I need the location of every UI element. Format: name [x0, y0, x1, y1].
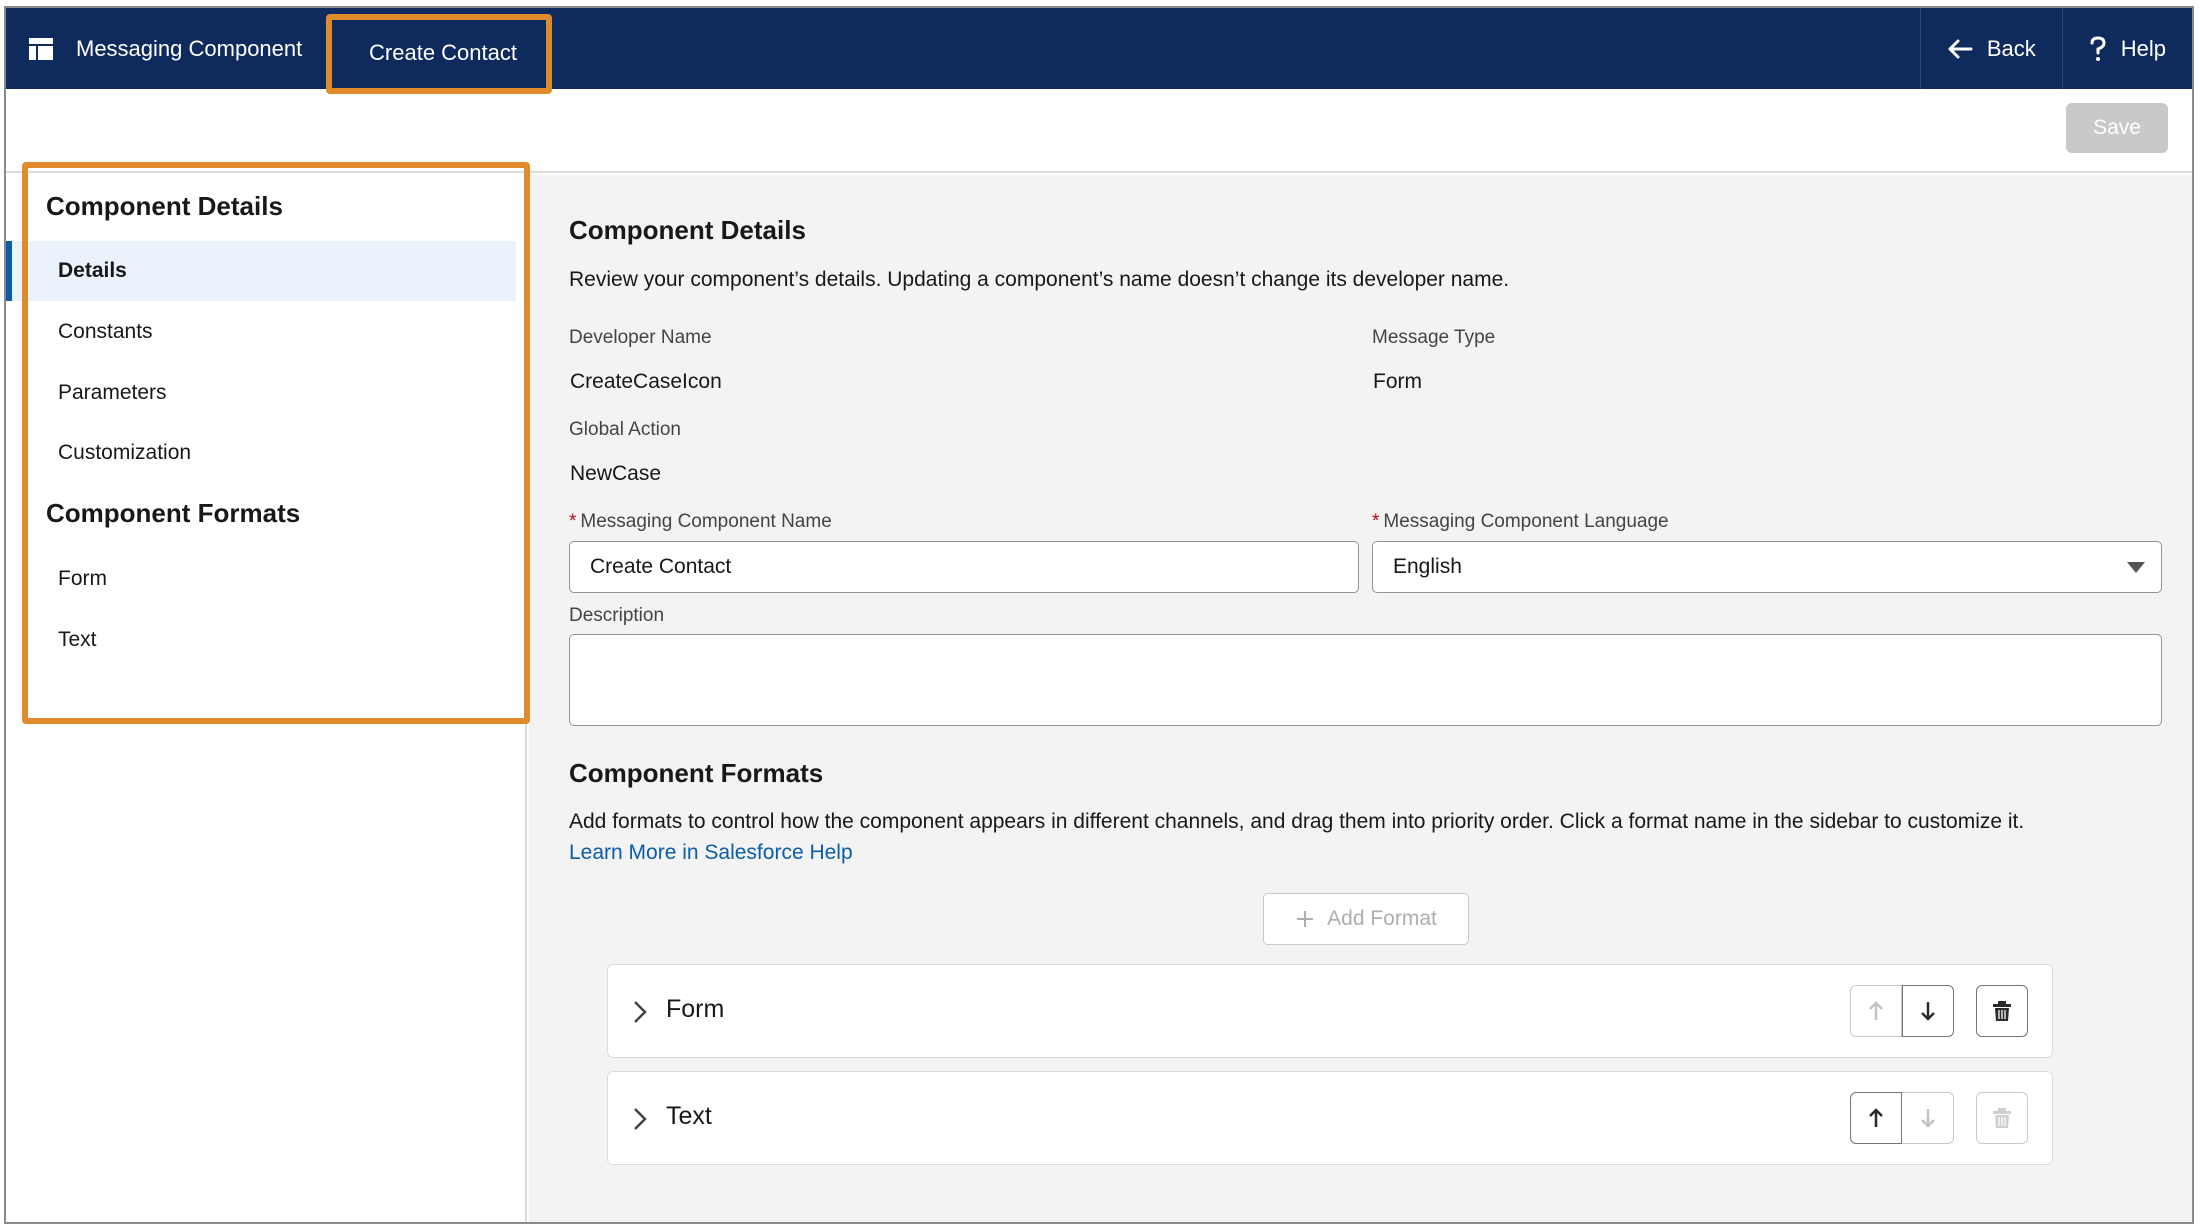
move-down-button[interactable] [1902, 985, 1954, 1037]
format-name: Form [666, 995, 725, 1023]
help-label: Help [2120, 35, 2166, 61]
component-formats-description: Add formats to control how the component… [569, 810, 2025, 833]
format-row-text[interactable]: Text [607, 1071, 2053, 1165]
developer-name-label: Developer Name [569, 327, 712, 348]
save-button[interactable]: Save [2066, 103, 2168, 153]
global-action-value: NewCase [570, 462, 662, 485]
arrow-up-icon [1869, 1001, 1883, 1020]
back-label: Back [1986, 35, 2036, 61]
arrow-up-icon [1869, 1108, 1883, 1127]
component-language-label: * Messaging Component Language [1372, 511, 1669, 532]
format-name: Text [666, 1102, 712, 1130]
description-label: Description [569, 605, 665, 626]
global-action-label: Global Action [569, 419, 681, 440]
trash-icon [1993, 1001, 2011, 1021]
component-details-title: Component Details [569, 215, 806, 245]
page-toolbar: Save [6, 89, 2192, 173]
sidebar-item-constants[interactable]: Constants [6, 302, 516, 362]
question-mark-icon [2090, 35, 2106, 61]
component-language-select[interactable]: English [1372, 541, 2162, 593]
dropdown-arrow-icon [2127, 562, 2145, 573]
sidebar-item-parameters[interactable]: Parameters [6, 363, 516, 423]
learn-more-link[interactable]: Learn More in Salesforce Help [569, 841, 853, 865]
move-up-button[interactable] [1850, 985, 1902, 1037]
main-content: Component Details Review your component’… [529, 175, 2192, 1222]
tab-create-contact[interactable]: Create Contact [336, 17, 550, 89]
component-name-label: * Messaging Component Name [569, 511, 832, 532]
description-textarea[interactable] [569, 634, 2162, 726]
top-navigation-bar: Messaging Component Create Contact Back … [6, 8, 2192, 89]
help-button[interactable]: Help [2061, 8, 2192, 89]
message-type-value: Form [1373, 370, 1422, 393]
trash-icon [1993, 1108, 2011, 1128]
sidebar: Component Details Details Constants Para… [6, 175, 527, 1222]
sidebar-item-details[interactable]: Details [6, 241, 516, 301]
sidebar-item-text[interactable]: Text [6, 610, 516, 670]
required-marker: * [1372, 511, 1380, 532]
delete-button[interactable] [1976, 1092, 2028, 1144]
message-type-label: Message Type [1372, 327, 1496, 348]
add-format-button[interactable]: Add Format [1263, 893, 1469, 945]
add-format-label: Add Format [1327, 907, 1437, 930]
sidebar-item-form[interactable]: Form [6, 549, 516, 609]
app-title[interactable]: Messaging Component [28, 8, 302, 89]
chevron-right-icon[interactable] [630, 1106, 650, 1132]
delete-button[interactable] [1976, 985, 2028, 1037]
language-selected-value: English [1393, 555, 1462, 578]
arrow-down-icon [1920, 1109, 1935, 1128]
move-down-button[interactable] [1902, 1092, 1954, 1144]
sidebar-item-customization[interactable]: Customization [6, 423, 516, 483]
component-name-input[interactable]: Create Contact [569, 541, 1359, 593]
move-up-button[interactable] [1850, 1092, 1902, 1144]
arrow-down-icon [1921, 1002, 1935, 1021]
format-row-form[interactable]: Form [607, 964, 2053, 1058]
required-marker: * [569, 511, 577, 532]
app-frame: Messaging Component Create Contact Back … [4, 6, 2194, 1224]
chevron-right-icon[interactable] [630, 999, 650, 1025]
developer-name-value: CreateCaseIcon [570, 370, 722, 393]
sidebar-heading-component-formats: Component Formats [46, 498, 301, 528]
sidebar-heading-component-details: Component Details [46, 191, 283, 221]
plus-icon [1297, 911, 1314, 927]
arrow-left-icon [1948, 39, 1973, 58]
app-name: Messaging Component [76, 35, 303, 61]
component-details-description: Review your component’s details. Updatin… [569, 268, 1510, 291]
component-formats-title: Component Formats [569, 758, 824, 788]
back-button[interactable]: Back [1919, 8, 2062, 89]
app-grid-icon [29, 37, 53, 60]
